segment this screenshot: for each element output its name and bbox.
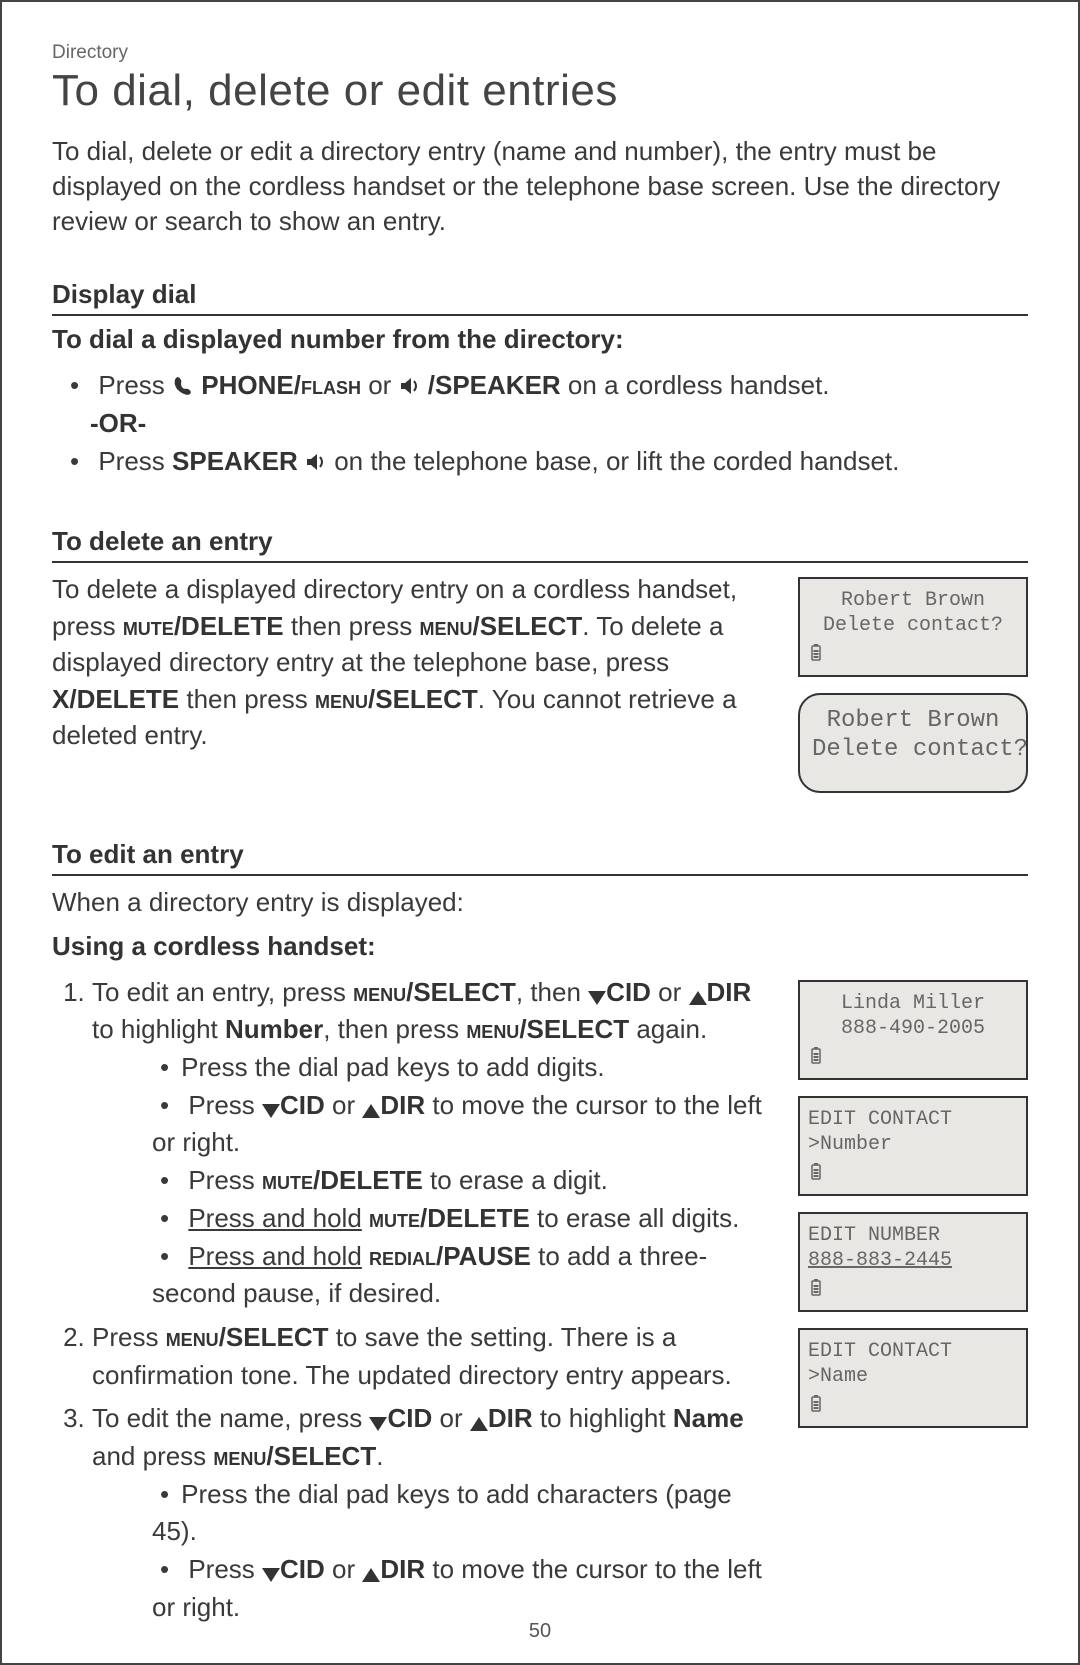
edit-sub-2: Press CID or DIR to move the cursor to t… xyxy=(152,1087,774,1162)
down-triangle-icon xyxy=(588,991,606,1005)
display-dial-subheading: To dial a displayed number from the dire… xyxy=(52,324,1028,355)
up-triangle-icon xyxy=(470,1417,488,1431)
battery-icon xyxy=(810,642,824,662)
battery-icon xyxy=(810,1161,824,1181)
down-triangle-icon xyxy=(262,1568,280,1582)
lcd-edit-number: EDIT NUMBER 888-883-2445 xyxy=(798,1212,1028,1312)
edit-heading: To edit an entry xyxy=(52,839,1028,876)
up-triangle-icon xyxy=(362,1568,380,1582)
up-triangle-icon xyxy=(689,991,707,1005)
down-triangle-icon xyxy=(262,1104,280,1118)
lcd-delete-base: Robert Brown Delete contact? xyxy=(798,693,1028,793)
speaker-icon xyxy=(305,452,327,474)
phone-icon xyxy=(172,376,194,398)
battery-icon xyxy=(810,1045,824,1065)
lcd-line: EDIT CONTACT xyxy=(808,1108,1018,1131)
lcd-edit-contact-name: EDIT CONTACT >Name xyxy=(798,1328,1028,1428)
lcd-line: EDIT CONTACT xyxy=(808,1340,1018,1363)
lcd-line: >Name xyxy=(808,1365,1018,1388)
lcd-line: 888-883-2445 xyxy=(808,1249,1018,1272)
lcd-line: Delete contact? xyxy=(808,614,1018,637)
edit-sub-4: Press and hold mute/DELETE to erase all … xyxy=(152,1200,774,1238)
lcd-line: Linda Miller xyxy=(808,992,1018,1015)
page-number: 50 xyxy=(2,1620,1078,1643)
intro-paragraph: To dial, delete or edit a directory entr… xyxy=(52,134,1028,239)
lcd-line: >Number xyxy=(808,1133,1018,1156)
battery-icon xyxy=(810,1277,824,1297)
dial-step-1: Press PHONE/flash or /SPEAKER on a cordl… xyxy=(62,367,1028,442)
edit-step-1: To edit an entry, press menu/SELECT, the… xyxy=(92,974,774,1313)
edit-step-2: Press menu/SELECT to save the setting. T… xyxy=(92,1319,774,1394)
lcd-edit-contact-display: Linda Miller 888-490-2005 xyxy=(798,980,1028,1080)
dial-step-2: Press SPEAKER on the telephone base, or … xyxy=(62,443,1028,481)
edit-sub-7: Press CID or DIR to move the cursor to t… xyxy=(152,1551,774,1626)
edit-intro: When a directory entry is displayed: xyxy=(52,884,1028,920)
lcd-line: Robert Brown xyxy=(808,589,1018,612)
page-title: To dial, delete or edit entries xyxy=(52,66,1028,116)
edit-sub-5: Press and hold redial/PAUSE to add a thr… xyxy=(152,1238,774,1313)
lcd-line: Robert Brown xyxy=(812,707,1014,734)
speaker-icon xyxy=(399,376,421,398)
up-triangle-icon xyxy=(362,1104,380,1118)
down-triangle-icon xyxy=(369,1417,387,1431)
edit-sub-3: Press mute/DELETE to erase a digit. xyxy=(152,1162,774,1200)
lcd-line: 888-490-2005 xyxy=(808,1017,1018,1040)
lcd-line: Delete contact? xyxy=(812,736,1014,763)
edit-sub-6: Press the dial pad keys to add character… xyxy=(152,1476,774,1551)
using-cordless-heading: Using a cordless handset: xyxy=(52,931,1028,962)
lcd-delete-handset: Robert Brown Delete contact? xyxy=(798,577,1028,677)
delete-heading: To delete an entry xyxy=(52,526,1028,563)
display-dial-heading: Display dial xyxy=(52,279,1028,316)
breadcrumb: Directory xyxy=(52,42,1028,64)
lcd-edit-contact-number: EDIT CONTACT >Number xyxy=(798,1096,1028,1196)
lcd-line: EDIT NUMBER xyxy=(808,1224,1018,1247)
battery-icon xyxy=(810,1393,824,1413)
edit-step-3: To edit the name, press CID or DIR to hi… xyxy=(92,1400,774,1626)
edit-sub-1: Press the dial pad keys to add digits. xyxy=(152,1049,774,1087)
delete-paragraph: To delete a displayed directory entry on… xyxy=(52,571,774,753)
